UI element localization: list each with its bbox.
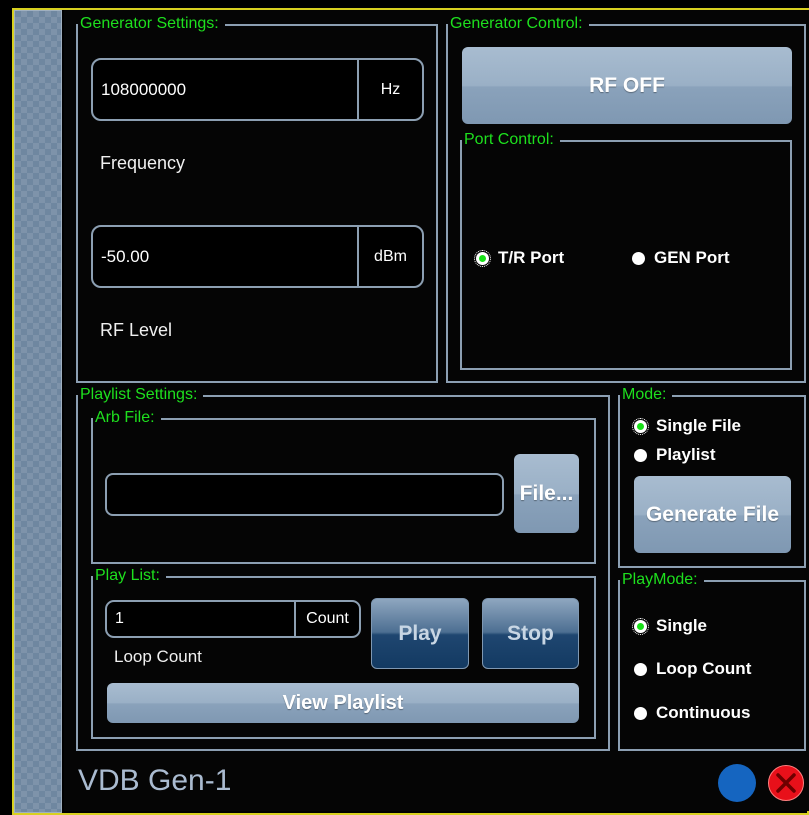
- close-icon[interactable]: [767, 764, 805, 802]
- frequency-label: Frequency: [100, 153, 186, 173]
- loop-count-unit: Count: [294, 602, 359, 636]
- loop-count-radio[interactable]: Loop Count: [634, 659, 751, 679]
- rf-off-button[interactable]: RF OFF: [462, 47, 792, 124]
- generator-settings-title: Generator Settings:: [78, 15, 225, 33]
- loop-count-field[interactable]: 1 Count: [105, 600, 361, 638]
- window-title: VDB Gen-1: [78, 764, 232, 797]
- view-playlist-button[interactable]: View Playlist: [107, 683, 579, 723]
- side-strip: [14, 10, 62, 813]
- continuous-radio[interactable]: Continuous: [634, 703, 750, 723]
- generate-file-button[interactable]: Generate File: [634, 476, 791, 553]
- generator-control-title: Generator Control:: [448, 15, 589, 33]
- port-control-title: Port Control:: [462, 131, 560, 149]
- file-browse-button[interactable]: File...: [514, 454, 579, 533]
- single-file-radio[interactable]: Single File: [632, 416, 742, 436]
- loop-count-label: Loop Count: [114, 647, 202, 666]
- playlist-radio-dot[interactable]: [634, 448, 647, 462]
- rf-level-label: RF Level: [100, 320, 173, 340]
- single-label: Single: [656, 616, 708, 635]
- tr-port-label: T/R Port: [498, 248, 565, 267]
- rf-level-field[interactable]: -50.00 dBm: [91, 225, 424, 288]
- mode-title: Mode:: [620, 386, 673, 404]
- tr-port-radio[interactable]: T/R Port: [474, 248, 565, 268]
- continuous-radio-dot[interactable]: [634, 706, 647, 720]
- arb-file-title: Arb File:: [93, 409, 161, 427]
- single-file-radio-dot[interactable]: [632, 417, 649, 435]
- single-radio-dot[interactable]: [632, 617, 649, 635]
- playlist-settings-title: Playlist Settings:: [78, 386, 204, 404]
- frequency-unit: Hz: [357, 60, 422, 119]
- play-mode-title: PlayMode:: [620, 571, 704, 589]
- arb-file-path-input[interactable]: [105, 473, 504, 516]
- frequency-field[interactable]: 108000000 Hz: [91, 58, 424, 121]
- gen-port-label: GEN Port: [654, 248, 730, 267]
- rf-level-value[interactable]: -50.00: [101, 227, 149, 286]
- playlist-radio[interactable]: Playlist: [634, 445, 716, 465]
- continuous-label: Continuous: [656, 703, 751, 722]
- gen-port-radio[interactable]: GEN Port: [632, 248, 730, 268]
- loop-count-value[interactable]: 1: [115, 602, 124, 636]
- single-file-label: Single File: [656, 416, 742, 435]
- stop-button[interactable]: Stop: [482, 598, 579, 669]
- tr-port-radio-dot[interactable]: [474, 249, 491, 267]
- playlist-label: Playlist: [656, 445, 716, 464]
- gen-port-radio-dot[interactable]: [632, 251, 645, 265]
- frequency-value[interactable]: 108000000: [101, 60, 186, 119]
- loop-count-mode-label: Loop Count: [656, 659, 752, 678]
- loop-count-radio-dot[interactable]: [634, 662, 647, 676]
- play-button[interactable]: Play: [371, 598, 469, 669]
- rf-level-unit: dBm: [357, 227, 422, 286]
- single-radio[interactable]: Single: [632, 616, 708, 636]
- status-indicator-icon[interactable]: [718, 764, 756, 802]
- play-list-title: Play List:: [93, 567, 166, 585]
